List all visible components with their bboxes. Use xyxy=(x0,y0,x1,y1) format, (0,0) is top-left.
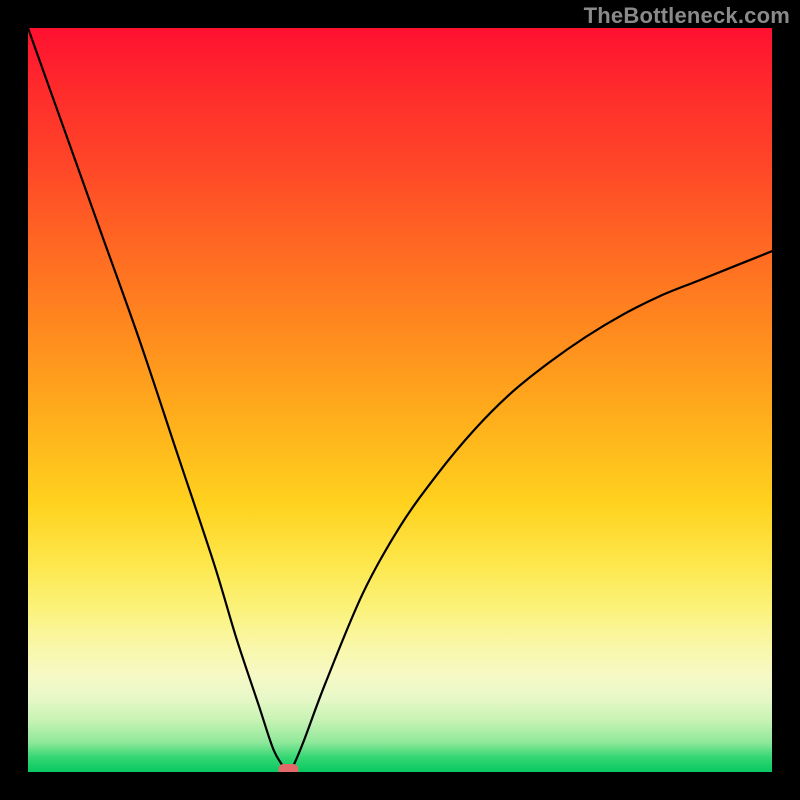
plot-area xyxy=(28,28,772,772)
watermark-text: TheBottleneck.com xyxy=(584,3,790,29)
chart-svg xyxy=(28,28,772,772)
outer-frame: TheBottleneck.com xyxy=(0,0,800,800)
optimal-marker xyxy=(278,764,298,772)
bottleneck-curve xyxy=(28,28,772,772)
